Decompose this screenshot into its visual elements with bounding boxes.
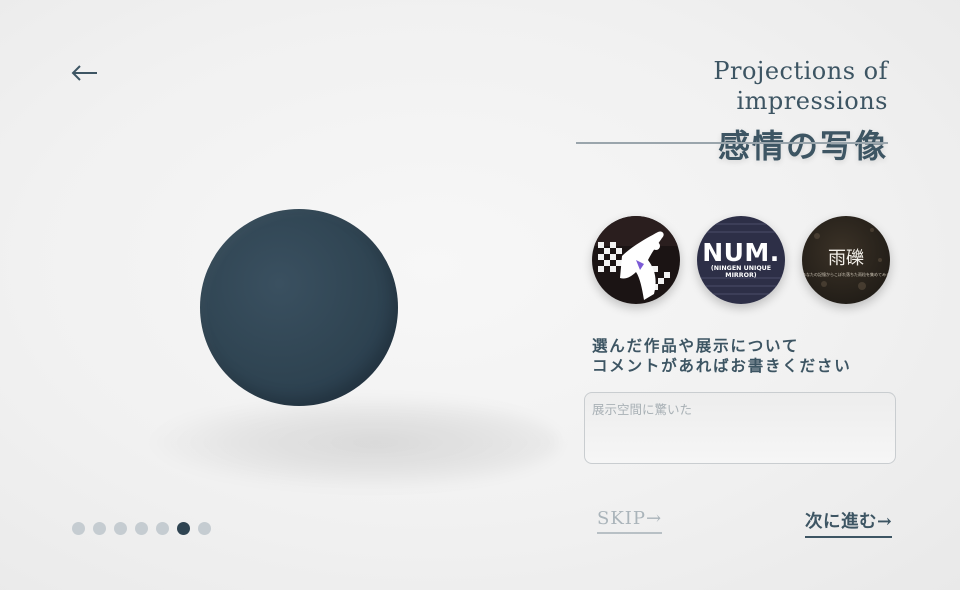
skip-button[interactable]: SKIP→ — [597, 508, 663, 534]
work-title: 雨礫 — [828, 248, 864, 269]
dance-figure-artwork — [592, 216, 680, 304]
next-button[interactable]: 次に進む→ — [805, 508, 893, 538]
work-thumb-dance[interactable] — [592, 216, 680, 304]
work-selector: NUM. (NINGEN UNIQUE MIRROR) 雨礫 あなたの記憶からこ… — [592, 216, 890, 304]
work-thumb-num[interactable]: NUM. (NINGEN UNIQUE MIRROR) — [697, 216, 785, 304]
step-dot-current — [177, 522, 190, 535]
comment-prompt-line2: コメントがあればお書きください — [592, 356, 852, 375]
comment-prompt-line1: 選んだ作品や展示について — [592, 336, 800, 355]
visual-stage — [0, 0, 560, 590]
step-dot — [198, 522, 211, 535]
heading-divider — [576, 142, 888, 144]
step-dot — [93, 522, 106, 535]
work-subtitle: あなたの記憶からこぼれ落ちた雨粒を集めてみる — [802, 272, 890, 277]
orb-shadow — [150, 395, 560, 490]
comment-prompt: 選んだ作品や展示について コメントがあればお書きください — [592, 336, 852, 376]
work-subtitle: (NINGEN UNIQUE MIRROR) — [710, 265, 772, 279]
step-dot — [72, 522, 85, 535]
emotion-orb[interactable] — [200, 209, 398, 406]
step-dot — [135, 522, 148, 535]
work-thumb-ameteki[interactable]: 雨礫 あなたの記憶からこぼれ落ちた雨粒を集めてみる — [802, 216, 890, 304]
page-title-en: Projections of impressions — [713, 57, 888, 115]
step-dot — [114, 522, 127, 535]
work-title: NUM. — [702, 238, 780, 267]
page-title-jp: 感情の写像 — [717, 127, 888, 165]
step-dot — [156, 522, 169, 535]
comment-input[interactable] — [584, 392, 896, 464]
page-heading: Projections of impressions 感情の写像 — [576, 56, 888, 166]
step-progress — [72, 522, 211, 535]
